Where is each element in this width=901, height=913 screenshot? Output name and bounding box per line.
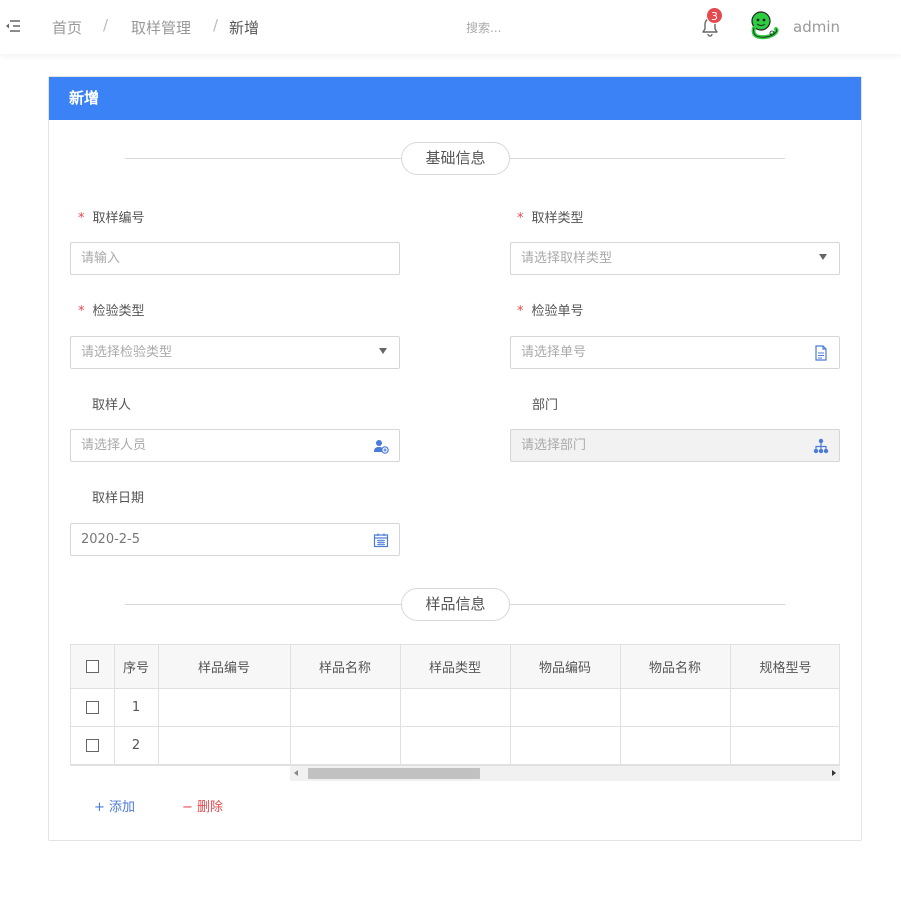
column-header: 物品名称 [620,645,731,689]
inspection-no-input[interactable] [511,337,839,368]
sample-no-input[interactable] [71,243,399,274]
breadcrumb-home[interactable]: 首页 [52,17,82,38]
caret-down-icon [379,348,387,354]
label-sample-date: 取样日期 [92,487,144,506]
table-cell[interactable] [730,688,839,727]
sample-date-value: 2020-2-5 [81,532,141,547]
document-icon[interactable] [813,345,829,361]
sample-type-select[interactable] [510,242,840,275]
label-text: 取样日期 [92,491,145,506]
column-header: 序号 [114,645,159,689]
section-title-basic: 基础信息 [401,142,510,175]
sample-type-input[interactable] [511,243,839,274]
inspection-type-select[interactable] [70,336,400,369]
required-mark: * [78,211,85,226]
table-cell[interactable] [290,688,401,727]
department-field[interactable] [510,429,840,462]
column-header: 样品类型 [400,645,511,689]
column-header: 物品编码 [510,645,621,689]
sample-date-picker[interactable]: 2020-2-5 [70,523,400,556]
scroll-left-icon[interactable] [294,770,298,776]
inspection-no-field[interactable] [510,336,840,369]
delete-row-button[interactable]: − 删除 [182,796,223,815]
select-all-checkbox[interactable] [85,659,99,673]
add-row-button[interactable]: + 添加 [94,796,135,815]
table-cell[interactable] [158,688,291,727]
top-bar: 首页 / 取样管理 / 新增 3 admin [0,0,901,54]
select-all-cell [71,645,115,689]
label-inspection-type: * 检验类型 [78,300,145,319]
label-department: 部门 [532,394,558,413]
menu-fold-icon[interactable] [5,18,21,34]
scroll-right-icon[interactable] [832,770,836,776]
label-text: 取样人 [92,398,132,413]
department-input[interactable] [511,430,839,461]
breadcrumb-sampling-management[interactable]: 取样管理 [131,17,191,38]
table-cell[interactable] [510,726,621,765]
sample-table: 序号 样品编号 样品名称 样品类型 物品编码 物品名称 规格型号 1 2 [70,644,840,766]
required-mark: * [517,304,524,319]
table-cell[interactable] [620,688,731,727]
column-header: 样品名称 [290,645,401,689]
label-sampler: 取样人 [92,394,131,413]
sample-no-field[interactable] [70,242,400,275]
table-row: 2 [71,726,839,765]
row-index: 1 [114,688,159,727]
breadcrumb-separator: / [213,16,219,34]
table-cell[interactable] [510,688,621,727]
row-select-cell [71,726,115,765]
search-input[interactable] [466,17,636,39]
card-title: 新增 [49,77,861,120]
avatar[interactable] [748,10,780,42]
table-cell[interactable] [620,726,731,765]
table-cell[interactable] [400,726,511,765]
org-chart-icon[interactable] [813,438,829,454]
label-sample-no: * 取样编号 [78,207,145,226]
row-checkbox[interactable] [85,700,99,714]
column-header: 规格型号 [730,645,839,689]
row-index: 2 [114,726,159,765]
caret-down-icon [819,254,827,260]
username[interactable]: admin [793,18,840,36]
section-title-sample: 样品信息 [401,588,510,621]
label-text: 取样编号 [92,211,145,226]
horizontal-scrollbar[interactable] [290,766,840,781]
table-cell[interactable] [400,688,511,727]
table-cell[interactable] [290,726,401,765]
table-cell[interactable] [730,726,839,765]
scrollbar-thumb[interactable] [308,768,480,779]
add-user-icon[interactable] [373,438,389,454]
sampler-field[interactable] [70,429,400,462]
row-checkbox[interactable] [85,738,99,752]
sampler-input[interactable] [71,430,399,461]
required-mark: * [78,304,85,319]
table-row: 1 [71,688,839,727]
breadcrumb-current: 新增 [229,19,260,37]
label-inspection-no: * 检验单号 [517,300,584,319]
notification-badge: 3 [706,7,723,24]
table-header-row: 序号 样品编号 样品名称 样品类型 物品编码 物品名称 规格型号 [71,645,839,689]
calendar-icon[interactable] [373,532,389,548]
inspection-type-input[interactable] [71,337,399,368]
label-text: 部门 [532,398,559,413]
label-text: 取样类型 [531,211,584,226]
form-card: 新增 基础信息 * 取样编号 * 取样类型 * 检验类型 * 检验单号 取样人 [48,76,862,841]
row-select-cell [71,688,115,727]
table-cell[interactable] [158,726,291,765]
breadcrumb-separator: / [103,16,109,34]
label-text: 检验类型 [92,304,145,319]
required-mark: * [517,211,524,226]
column-header: 样品编号 [158,645,291,689]
label-text: 检验单号 [531,304,584,319]
label-sample-type: * 取样类型 [517,207,584,226]
